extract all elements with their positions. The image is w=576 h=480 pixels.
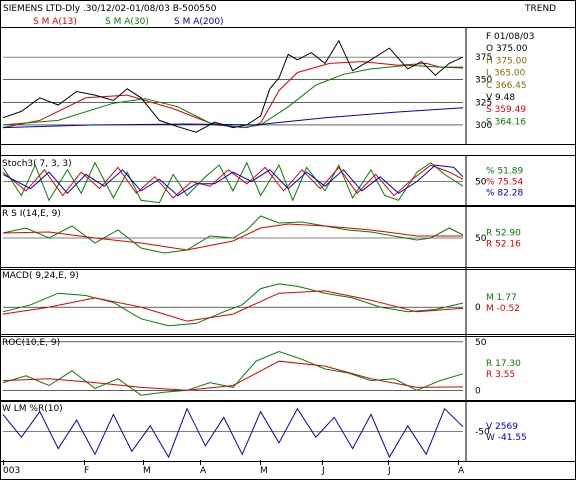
x-axis-label: M (143, 466, 151, 476)
price-panel-legend-value: F 01/08/03 (486, 32, 534, 42)
price-panel-legend-value: H 375.00 (486, 56, 527, 66)
trend-chart: SIEMENS LTD-Dly .30/12/02-01/08/03 B-500… (0, 0, 576, 480)
roc-panel-legend-value: R 17.30 (486, 359, 521, 369)
sma200-label: S M A(200) (174, 17, 224, 27)
stochastic-panel-legend-value: % 51.89 (486, 167, 523, 177)
price-panel-legend-value: L 365.00 (486, 69, 526, 79)
stochastic-panel-legend-value: % 82.28 (486, 189, 523, 199)
x-axis-label: F (84, 466, 89, 476)
stochastic-panel-legend-value: % 75.54 (486, 178, 523, 188)
x-axis-label: M (260, 466, 268, 476)
rsi-panel-tick-label: 50 (475, 234, 487, 244)
sma13-label: S M A(13) (33, 17, 77, 27)
price-panel-legend-value: V 9.48 (486, 93, 515, 103)
x-axis-label: 003 (3, 466, 20, 476)
price-panel-legend-value: C 366.45 (486, 81, 527, 91)
trend-label: TREND (524, 4, 556, 14)
x-axis-label: J (321, 466, 325, 476)
price-panel-legend-value: O 375.00 (486, 44, 528, 54)
rsi-panel-title: R S I(14,E, 9) (2, 209, 61, 219)
williams-panel-legend-value: W -41.55 (486, 433, 527, 443)
macd-panel-title: MACD( 9,24,E, 9) (2, 271, 79, 281)
williams-panel-legend-value: V 2569 (486, 422, 518, 432)
x-axis-label: A (200, 466, 207, 476)
sma30-label: S M A(30) (105, 17, 149, 27)
rsi-panel-legend-value: R 52.16 (486, 240, 521, 250)
price-panel-legend-value: S 359.49 (486, 105, 526, 115)
williams-panel-title: W LM %R(10) (2, 404, 63, 414)
macd-panel-legend-value: M -0.52 (486, 304, 520, 314)
rsi-panel-legend-value: R 52.90 (486, 229, 521, 239)
roc-panel-tick-label: 50 (475, 338, 487, 348)
stochastic-panel-tick-label: 50 (475, 178, 487, 188)
macd-panel-legend-value: M 1.77 (486, 293, 517, 303)
roc-panel-title: ROC(10,E, 9) (2, 338, 60, 348)
x-axis-label: A (458, 466, 465, 476)
instrument-title: SIEMENS LTD-Dly .30/12/02-01/08/03 B-500… (3, 4, 217, 14)
roc-panel-legend-value: R 3.55 (486, 370, 515, 380)
stochastic-panel-title: Stoch3( 7, 3, 3) (2, 159, 72, 169)
macd-panel-tick-label: 0 (475, 303, 481, 313)
x-axis-label: J (387, 466, 391, 476)
price-panel-legend-value: S 364.16 (486, 117, 526, 127)
roc-panel-tick-label: 0 (475, 386, 481, 396)
